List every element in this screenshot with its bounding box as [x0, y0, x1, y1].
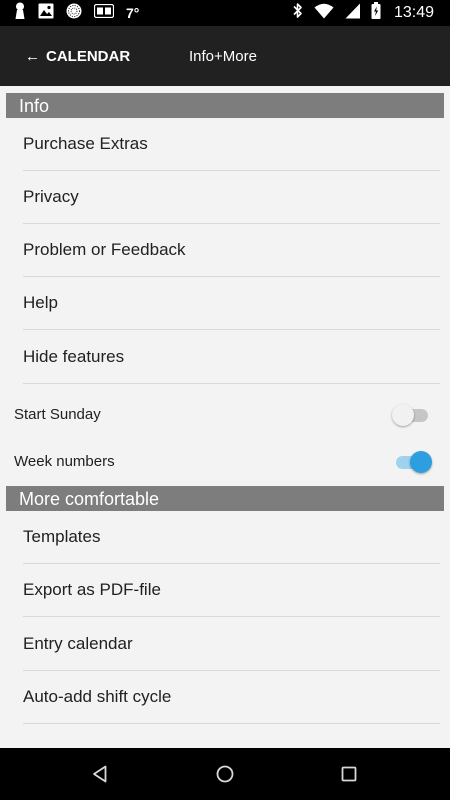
list-item-export-pdf[interactable]: Export as PDF-file [6, 564, 444, 617]
divider [23, 616, 440, 617]
back-arrow-icon: ← [25, 47, 40, 65]
system-nav-bar [0, 748, 450, 800]
status-left-icons: 7° [14, 2, 140, 25]
list-item-label: Help [23, 293, 58, 312]
week-numbers-label: Week numbers [14, 453, 115, 470]
list-item-label: Templates [23, 527, 101, 546]
start-sunday-row: Start Sunday [0, 392, 450, 438]
start-sunday-switch[interactable] [392, 403, 432, 427]
sphere-icon [66, 3, 82, 24]
list-item-label: Problem or Feedback [23, 240, 186, 259]
settings-list: Info Purchase Extras Privacy Problem or … [0, 86, 450, 748]
image-icon [38, 3, 54, 24]
divider [23, 723, 440, 724]
list-item-purchase-extras[interactable]: Purchase Extras [6, 118, 444, 171]
bluetooth-icon [293, 2, 303, 24]
list-item-help[interactable]: Help [6, 277, 444, 330]
status-time: 13:49 [393, 4, 434, 21]
start-sunday-label: Start Sunday [14, 406, 101, 423]
list-item-label: Export as PDF-file [23, 580, 161, 599]
divider [23, 329, 440, 330]
list-item-hide-features[interactable]: Hide features [6, 331, 444, 384]
list-item-templates[interactable]: Templates [6, 511, 444, 564]
switch-thumb [410, 451, 432, 473]
section-header-more-comfortable: More comfortable [6, 486, 444, 511]
status-right-icons: 13:49 [293, 2, 434, 24]
section-header-info: Info [6, 93, 444, 118]
ge-badge-icon [93, 3, 115, 23]
list-item-auto-add-shift-cycle[interactable]: Auto-add shift cycle [6, 671, 444, 724]
list-item-label: Privacy [23, 187, 79, 206]
temperature-text: 7° [126, 5, 140, 21]
status-bar: 7° 13:49 [0, 0, 450, 26]
list-item-label: Hide features [23, 347, 125, 366]
page-title: Info+More [189, 48, 257, 65]
battery-icon [371, 2, 381, 24]
list-item-privacy[interactable]: Privacy [6, 171, 444, 224]
list-item-problem-feedback[interactable]: Problem or Feedback [6, 224, 444, 277]
back-icon[interactable] [88, 762, 112, 786]
week-numbers-row: Week numbers [0, 439, 450, 485]
app-bar: ← CALENDAR Info+More [0, 26, 450, 86]
list-item-entry-calendar[interactable]: Entry calendar [6, 618, 444, 671]
week-numbers-switch[interactable] [392, 450, 432, 474]
list-item-label: Purchase Extras [23, 134, 148, 153]
wifi-icon [314, 3, 334, 24]
list-item-label: Auto-add shift cycle [23, 687, 172, 706]
recents-icon[interactable] [337, 762, 361, 786]
switch-thumb [392, 404, 414, 426]
keyhole-icon [14, 2, 26, 25]
signal-icon [345, 3, 360, 24]
back-label: CALENDAR [46, 47, 131, 65]
home-icon[interactable] [213, 762, 237, 786]
divider [23, 383, 440, 384]
list-item-label: Entry calendar [23, 634, 133, 653]
back-to-calendar-button[interactable]: ← CALENDAR [25, 26, 130, 86]
